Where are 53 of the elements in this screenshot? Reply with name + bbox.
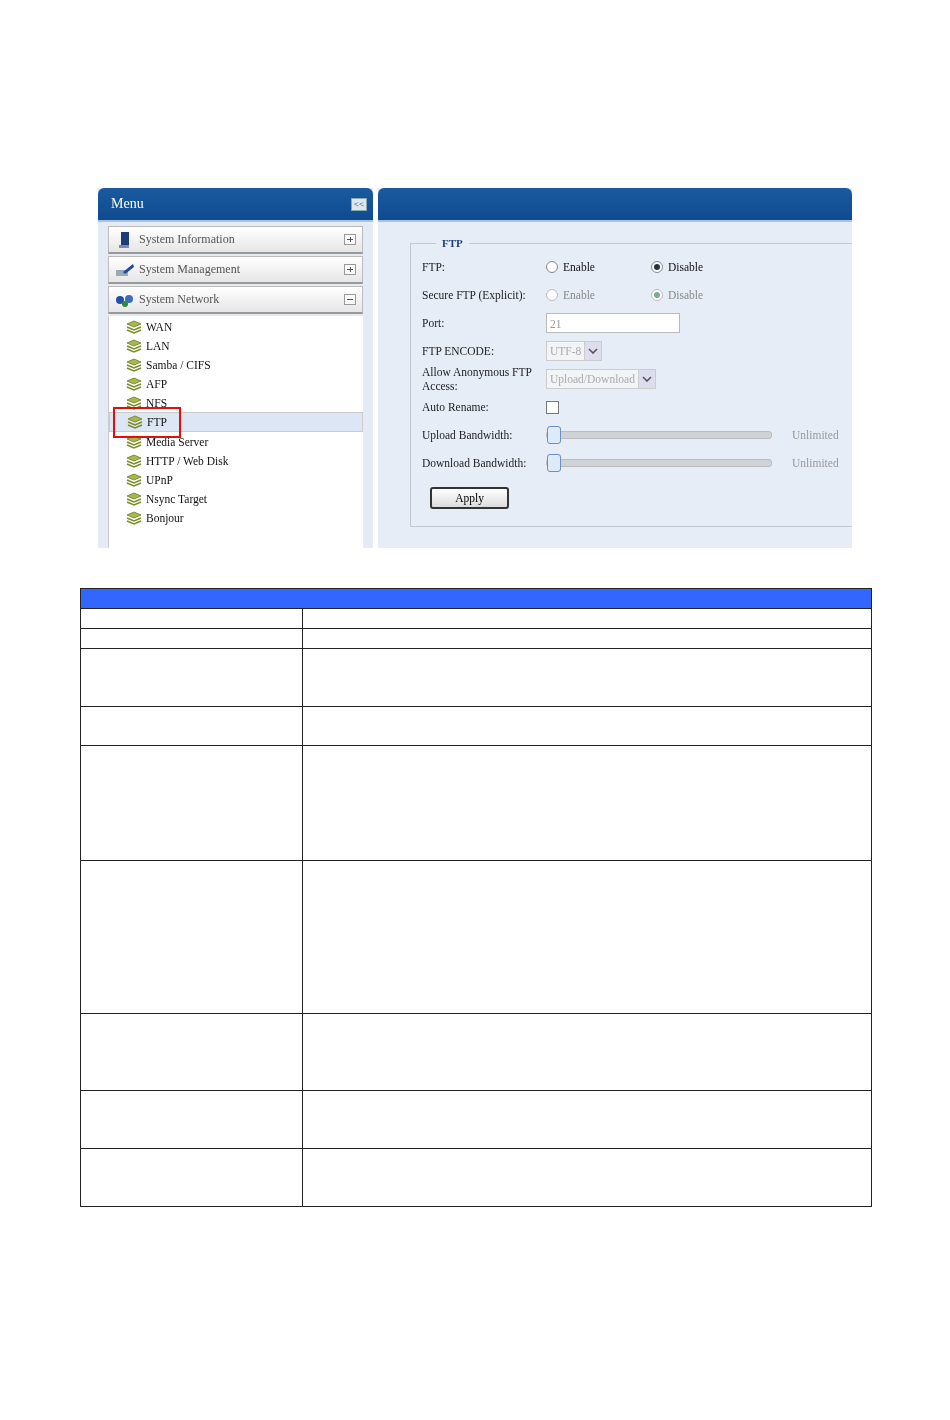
layers-icon [126,319,142,334]
menu-title: Menu [111,196,144,212]
radio-button[interactable] [546,261,558,273]
radio-label: Enable [563,289,595,301]
apply-button[interactable]: Apply [430,487,509,509]
menu-item[interactable]: Media Server [109,432,363,451]
field-label: Allow Anonymous FTP Access: [422,365,533,393]
layers-icon [126,472,142,487]
menu-item[interactable]: FTP [109,412,363,432]
menu-item[interactable]: Nsync Target [109,489,363,508]
menu-item[interactable]: WAN [109,317,363,336]
field-label: Download Bandwidth: [422,456,528,470]
field-label: Port: [422,316,446,330]
radio-button[interactable] [651,261,663,273]
menu-section[interactable]: System Network [108,286,363,314]
menu-item[interactable]: Samba / CIFS [109,355,363,374]
expand-icon [344,264,356,275]
drive-icon [115,261,135,278]
slider-thumb[interactable] [547,426,561,444]
field-label: FTP ENCODE: [422,344,496,358]
slider-value: Unlimited [792,457,839,469]
radio-label: Disable [668,261,704,273]
menu-section[interactable]: System Information [108,226,363,254]
layers-icon [126,376,142,391]
layers-icon [126,510,142,525]
slider-value: Unlimited [792,429,839,441]
menu-item[interactable]: UPnP [109,470,363,489]
layers-icon [126,357,142,372]
menu-section[interactable]: System Management [108,256,363,284]
checkbox[interactable] [546,400,559,414]
menu-item[interactable]: NFS [109,393,363,412]
collapse-button[interactable]: << [350,197,367,211]
layers-icon [126,338,142,353]
menu-item[interactable]: AFP [109,374,363,393]
field-label: FTP: [422,260,446,274]
layers-icon [126,491,142,506]
menu-item[interactable]: Bonjour [109,508,363,527]
radio-label: Enable [563,261,595,273]
layers-icon [126,434,142,449]
collapse-icon [344,294,356,305]
field-label: Secure FTP (Explicit): [422,288,527,302]
layers-icon [126,453,142,468]
radio-label: Disable [668,289,704,301]
slider-thumb[interactable] [547,454,561,472]
field-label: Auto Rename: [422,400,490,414]
field-label: Upload Bandwidth: [422,428,514,442]
expand-icon [344,234,356,245]
layers-icon [127,415,143,429]
fieldset-legend: FTP [436,237,469,249]
menu-item[interactable]: HTTP / Web Disk [109,451,363,470]
layers-icon [126,395,142,410]
menu-item[interactable]: LAN [109,336,363,355]
chevron-icon [585,342,602,360]
